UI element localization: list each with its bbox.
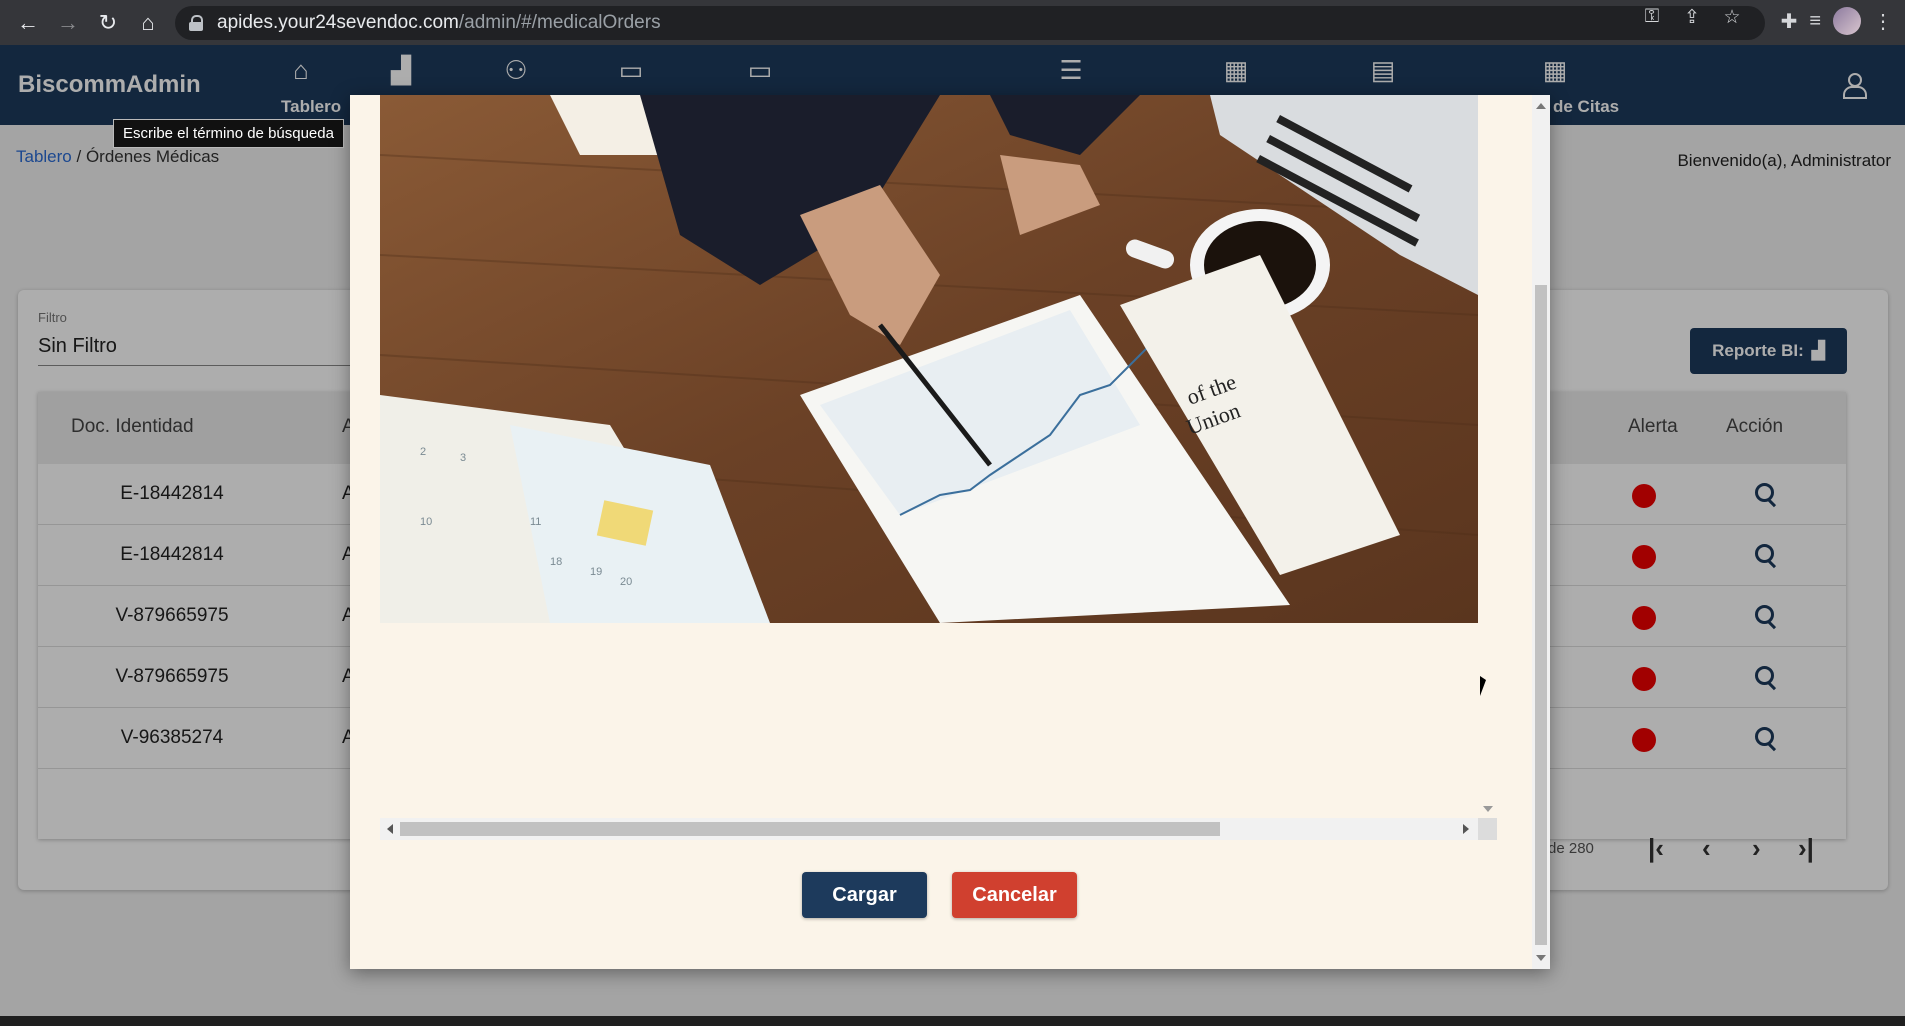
home-icon[interactable]: ⌂: [128, 3, 168, 43]
mouse-cursor-icon: [1480, 676, 1486, 696]
svg-text:18: 18: [550, 556, 562, 568]
lock-icon[interactable]: [189, 15, 203, 31]
scroll-down-icon[interactable]: [1483, 806, 1493, 812]
image-vertical-scrollbar[interactable]: [1478, 95, 1497, 818]
address-bar[interactable]: apides.your24sevendoc.com/admin/#/medica…: [175, 6, 1765, 40]
share-icon[interactable]: ⇪: [1679, 6, 1705, 29]
url-path: /admin/#/medicalOrders: [458, 12, 661, 33]
scroll-left-icon[interactable]: [387, 824, 393, 834]
reload-icon[interactable]: ↻: [88, 3, 128, 43]
media-icon[interactable]: ≡: [1809, 10, 1821, 33]
cancelar-button[interactable]: Cancelar: [952, 872, 1077, 918]
os-taskbar: [0, 1016, 1905, 1026]
modal-vertical-scrollbar[interactable]: [1532, 95, 1550, 969]
star-icon[interactable]: ☆: [1719, 6, 1745, 29]
modal-scroll-thumb[interactable]: [1535, 285, 1547, 945]
svg-text:10: 10: [420, 516, 432, 528]
profile-avatar[interactable]: [1833, 7, 1861, 35]
image-viewer[interactable]: 23 10 11 18 19 20 of the Union: [380, 95, 1497, 840]
url-host: apides.your24sevendoc.com: [217, 12, 459, 33]
search-tooltip: Escribe el término de búsqueda: [113, 119, 344, 148]
scroll-down-icon[interactable]: [1536, 955, 1546, 961]
preview-image: 23 10 11 18 19 20 of the Union: [380, 95, 1478, 623]
business-desk-photo: 23 10 11 181920 of the Union: [380, 95, 1478, 623]
cargar-button[interactable]: Cargar: [802, 872, 927, 918]
browser-toolbar: ← → ↻ ⌂ apides.your24sevendoc.com/admin/…: [0, 0, 1905, 45]
svg-text:11: 11: [530, 516, 541, 528]
svg-text:20: 20: [620, 576, 632, 588]
upload-modal: 23 10 11 18 19 20 of the Union Cargar Ca…: [350, 95, 1550, 969]
browser-nav: ← → ↻ ⌂: [8, 3, 168, 43]
scroll-right-icon[interactable]: [1463, 824, 1469, 834]
menu-icon[interactable]: ⋮: [1873, 9, 1893, 34]
omnibox-actions: ⚿ ⇪ ☆: [1639, 6, 1745, 29]
svg-text:2: 2: [420, 446, 426, 458]
scroll-up-icon[interactable]: [1536, 103, 1546, 109]
image-horizontal-scrollbar[interactable]: [380, 818, 1497, 840]
key-icon[interactable]: ⚿: [1639, 6, 1665, 29]
svg-text:3: 3: [460, 452, 466, 464]
scroll-corner: [1478, 818, 1497, 840]
forward-icon[interactable]: →: [48, 3, 88, 43]
back-icon[interactable]: ←: [8, 3, 48, 43]
horizontal-scroll-thumb[interactable]: [400, 822, 1220, 836]
svg-text:19: 19: [590, 566, 602, 578]
extension-area: ✚ ≡ ⋮: [1781, 7, 1893, 35]
extensions-icon[interactable]: ✚: [1781, 9, 1798, 34]
